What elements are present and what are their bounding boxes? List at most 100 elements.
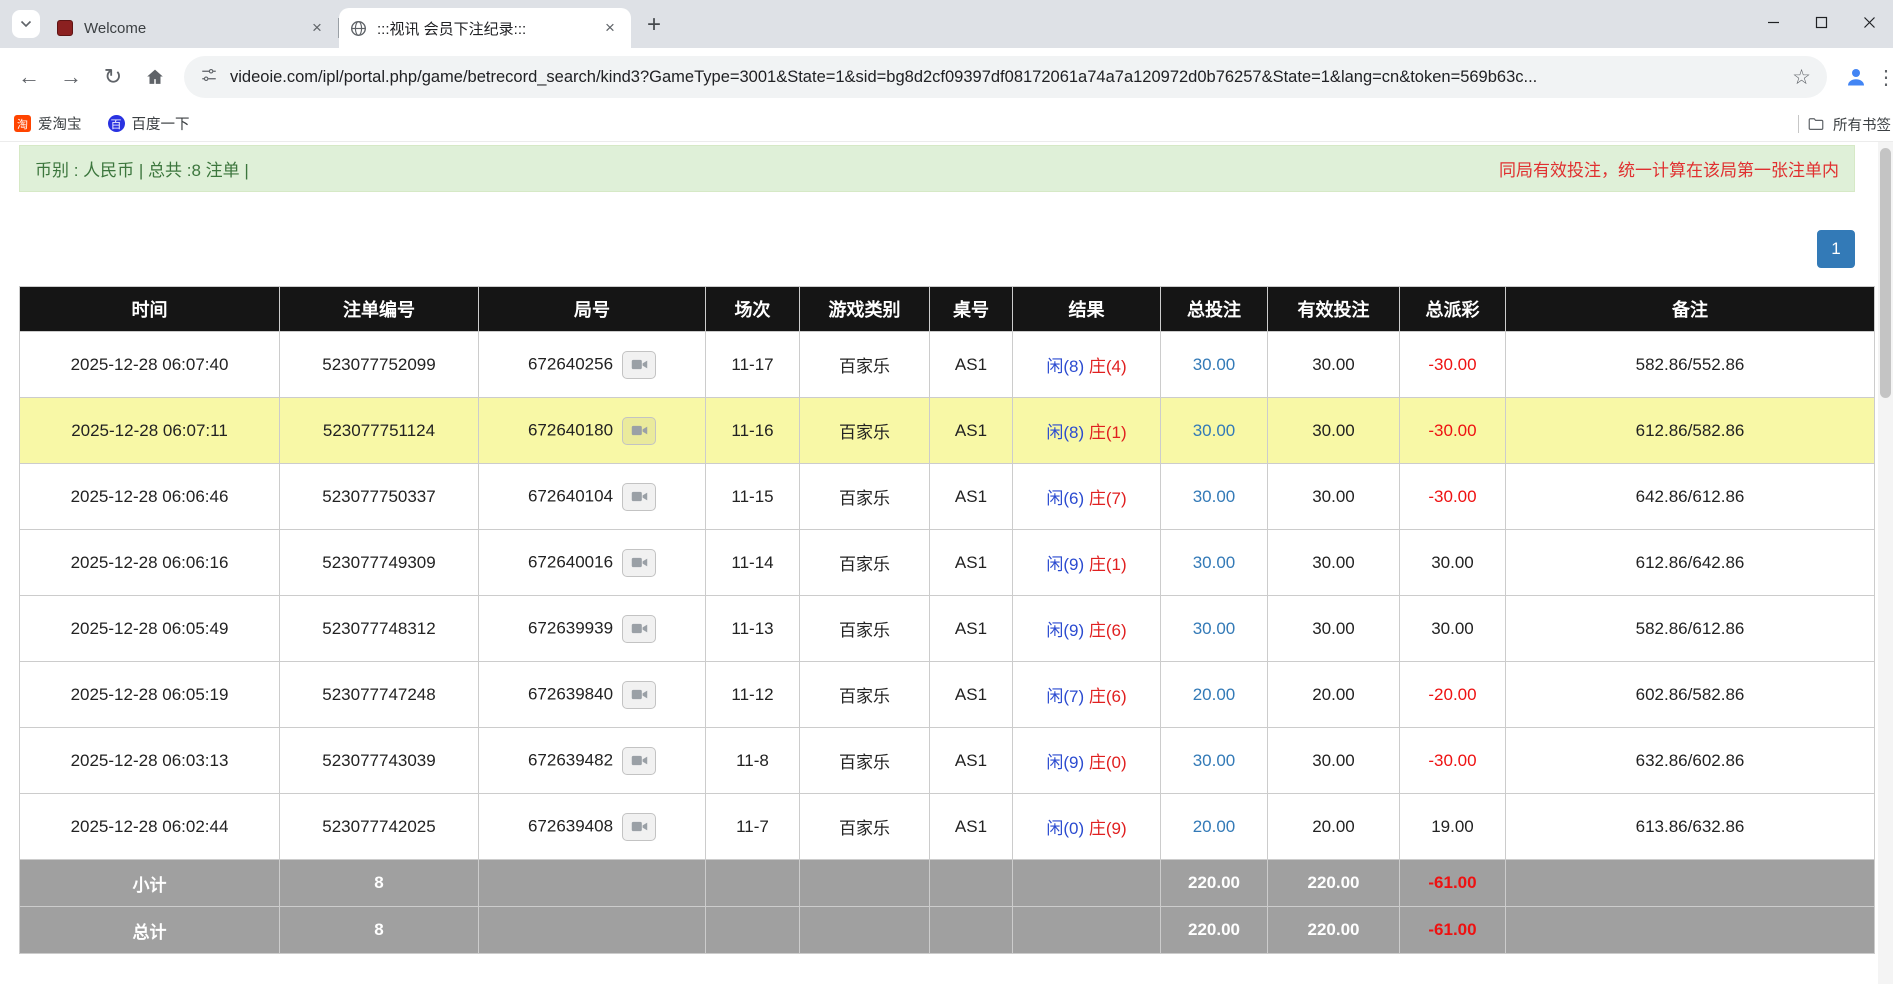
cell-round-number: 672639408 <box>479 794 706 860</box>
cell-payout: -30.00 <box>1400 398 1506 464</box>
video-replay-button[interactable] <box>622 549 656 577</box>
cell-game-type: 百家乐 <box>800 464 930 530</box>
header-result: 结果 <box>1013 287 1161 332</box>
bet-record-row[interactable]: 2025-12-28 06:07:40 523077752099 6726402… <box>20 332 1875 398</box>
all-bookmarks[interactable]: 所有书签 <box>1798 106 1891 142</box>
url-bar[interactable]: videoie.com/ipl/portal.php/game/betrecor… <box>184 56 1827 98</box>
tab-close-icon[interactable]: × <box>599 17 621 39</box>
cell-result: 闲(8) 庄(4) <box>1013 332 1161 398</box>
home-button[interactable] <box>134 56 176 98</box>
bookmark-star-icon[interactable]: ☆ <box>1792 65 1811 90</box>
cell-payout: -30.00 <box>1400 332 1506 398</box>
cell-session: 11-7 <box>706 794 800 860</box>
cell-round-number: 672640016 <box>479 530 706 596</box>
cell-total-bet-link[interactable]: 30.00 <box>1161 332 1268 398</box>
video-replay-button[interactable] <box>622 813 656 841</box>
result-banker: 庄(4) <box>1089 357 1127 376</box>
video-replay-button[interactable] <box>622 681 656 709</box>
result-banker: 庄(9) <box>1089 819 1127 838</box>
profile-avatar-icon[interactable] <box>1835 56 1877 98</box>
cell-table-number: AS1 <box>930 464 1013 530</box>
round-number: 672640104 <box>528 486 613 505</box>
video-replay-button[interactable] <box>622 615 656 643</box>
result-player: 闲(9) <box>1046 753 1084 772</box>
cell-total-bet-link[interactable]: 30.00 <box>1161 596 1268 662</box>
site-info-icon[interactable] <box>200 66 218 89</box>
round-number: 672640256 <box>528 354 613 373</box>
header-note: 备注 <box>1506 287 1875 332</box>
subtotal-payout: -61.00 <box>1400 860 1506 907</box>
cell-time: 2025-12-28 06:05:19 <box>20 662 280 728</box>
video-replay-button[interactable] <box>622 747 656 775</box>
cell-round-number: 672640180 <box>479 398 706 464</box>
bookmark-baidu[interactable]: 百 百度一下 <box>108 113 190 134</box>
cell-total-bet-link[interactable]: 30.00 <box>1161 728 1268 794</box>
video-replay-button[interactable] <box>622 417 656 445</box>
cell-session: 11-13 <box>706 596 800 662</box>
tab-close-icon[interactable]: × <box>306 17 328 39</box>
cell-total-bet-link[interactable]: 20.00 <box>1161 794 1268 860</box>
maximize-button[interactable] <box>1797 0 1845 44</box>
header-bet-number: 注单编号 <box>280 287 479 332</box>
empty-cell <box>706 907 800 954</box>
video-camera-icon <box>631 556 648 569</box>
divider <box>1798 115 1799 133</box>
cell-game-type: 百家乐 <box>800 794 930 860</box>
cell-note: 582.86/552.86 <box>1506 332 1875 398</box>
bet-record-row[interactable]: 2025-12-28 06:06:16 523077749309 6726400… <box>20 530 1875 596</box>
bet-record-row[interactable]: 2025-12-28 06:02:44 523077742025 6726394… <box>20 794 1875 860</box>
cell-payout: -20.00 <box>1400 662 1506 728</box>
header-valid-bet: 有效投注 <box>1268 287 1400 332</box>
cell-total-bet-link[interactable]: 30.00 <box>1161 464 1268 530</box>
browser-menu-icon[interactable]: ⋮ <box>1877 56 1893 98</box>
empty-cell <box>479 860 706 907</box>
cell-game-type: 百家乐 <box>800 662 930 728</box>
cell-total-bet-link[interactable]: 30.00 <box>1161 530 1268 596</box>
cell-result: 闲(9) 庄(6) <box>1013 596 1161 662</box>
header-round-number: 局号 <box>479 287 706 332</box>
cell-bet-number: 523077752099 <box>280 332 479 398</box>
browser-chrome: Welcome × :::视讯 会员下注纪录::: × + ← → ↻ <box>0 0 1893 142</box>
cell-payout: 19.00 <box>1400 794 1506 860</box>
back-button[interactable]: ← <box>8 56 50 98</box>
cell-table-number: AS1 <box>930 728 1013 794</box>
cell-valid-bet: 30.00 <box>1268 332 1400 398</box>
cell-total-bet-link[interactable]: 20.00 <box>1161 662 1268 728</box>
cell-valid-bet: 20.00 <box>1268 794 1400 860</box>
bookmark-aitaobao[interactable]: 淘 爱淘宝 <box>14 113 82 134</box>
bet-record-row[interactable]: 2025-12-28 06:06:46 523077750337 6726401… <box>20 464 1875 530</box>
page-content: 币别 : 人民币 | 总共 :8 注单 | 同局有效投注，统一计算在该局第一张注… <box>0 142 1893 984</box>
tab-search-button[interactable] <box>12 10 40 38</box>
scrollbar-thumb[interactable] <box>1880 148 1891 398</box>
video-replay-button[interactable] <box>622 351 656 379</box>
page-1-button[interactable]: 1 <box>1817 230 1855 268</box>
cell-table-number: AS1 <box>930 530 1013 596</box>
tab-title: :::视讯 会员下注纪录::: <box>377 18 599 39</box>
cell-game-type: 百家乐 <box>800 596 930 662</box>
close-window-button[interactable] <box>1845 0 1893 44</box>
result-player: 闲(7) <box>1046 687 1084 706</box>
cell-payout: -30.00 <box>1400 464 1506 530</box>
cell-note: 642.86/612.86 <box>1506 464 1875 530</box>
cell-game-type: 百家乐 <box>800 728 930 794</box>
bet-record-row[interactable]: 2025-12-28 06:07:11 523077751124 6726401… <box>20 398 1875 464</box>
bet-record-row[interactable]: 2025-12-28 06:05:49 523077748312 6726399… <box>20 596 1875 662</box>
new-tab-button[interactable]: + <box>637 8 671 42</box>
bet-record-row[interactable]: 2025-12-28 06:05:19 523077747248 6726398… <box>20 662 1875 728</box>
cell-result: 闲(9) 庄(1) <box>1013 530 1161 596</box>
cell-session: 11-15 <box>706 464 800 530</box>
reload-button[interactable]: ↻ <box>92 56 134 98</box>
cell-round-number: 672639939 <box>479 596 706 662</box>
minimize-button[interactable] <box>1749 0 1797 44</box>
forward-button[interactable]: → <box>50 56 92 98</box>
cell-note: 632.86/602.86 <box>1506 728 1875 794</box>
total-payout: -61.00 <box>1400 907 1506 954</box>
tab-bet-records[interactable]: :::视讯 会员下注纪录::: × <box>339 8 631 48</box>
page-scrollbar[interactable] <box>1878 142 1893 984</box>
bet-record-row[interactable]: 2025-12-28 06:03:13 523077743039 6726394… <box>20 728 1875 794</box>
video-replay-button[interactable] <box>622 483 656 511</box>
cell-total-bet-link[interactable]: 30.00 <box>1161 398 1268 464</box>
empty-cell <box>930 860 1013 907</box>
tab-welcome[interactable]: Welcome × <box>46 8 338 48</box>
cell-bet-number: 523077743039 <box>280 728 479 794</box>
